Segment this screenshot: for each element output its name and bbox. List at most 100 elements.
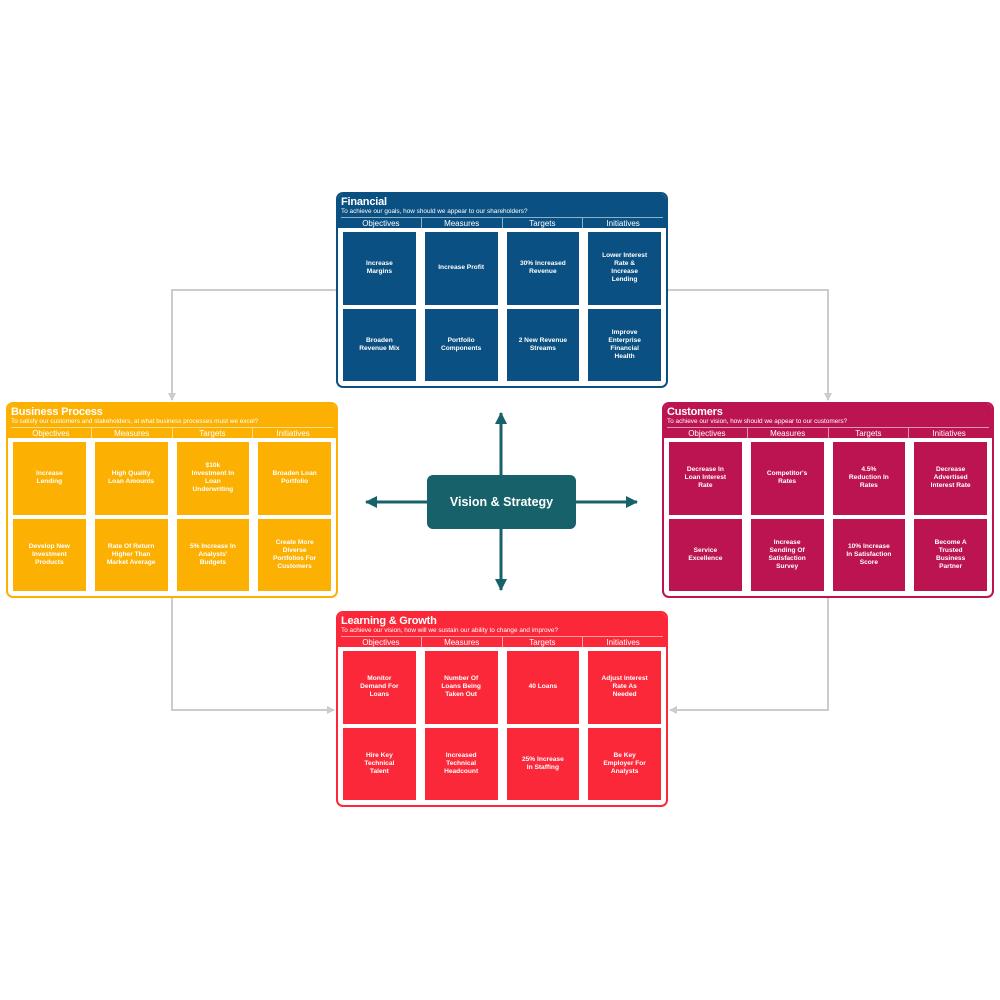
cell-initiatives[interactable]: Decrease Advertised Interest Rate (914, 442, 987, 515)
cell-text: High Quality Loan Amounts (108, 470, 155, 486)
cell-targets[interactable]: 25% Increase In Staffing (506, 727, 580, 800)
connector-customers-learning (669, 593, 832, 714)
cell-measures[interactable]: Increased Technical Headcount (424, 727, 498, 800)
panel-financial[interactable]: Financial To achieve our goals, how shoul… (336, 192, 668, 388)
cell-text: Rate Of Return Higher Than Market Averag… (106, 542, 156, 566)
cell-measures[interactable]: Portfolio Components (424, 308, 498, 381)
cell-targets[interactable]: 2 New Revenue Streams (506, 308, 580, 381)
cell-initiatives[interactable]: Lower Interest Rate & Increase Lending (588, 232, 661, 305)
column-header-initiatives: Initiatives (276, 429, 310, 438)
cell-text: Competitor's Rates (766, 470, 808, 486)
panel-subtitle: To achieve our vision, how should we app… (667, 418, 989, 428)
column-header-targets: Targets (173, 428, 254, 439)
column-header-objectives: Objectives (667, 428, 748, 439)
cell-text: Number Of Loans Being Taken Out (441, 675, 481, 699)
vision-strategy-box[interactable]: Vision & Strategy (427, 475, 576, 529)
panel-learning-growth[interactable]: Learning & Growth To achieve our vision, … (336, 611, 668, 807)
panel-grid: Monitor Demand For Loans Number Of Loans … (343, 651, 661, 800)
panel-header: Financial To achieve our goals, how shoul… (338, 194, 666, 229)
panel-title: Customers (667, 406, 723, 418)
cell-initiatives[interactable]: Become A Trusted Business Partner (914, 518, 987, 591)
cell-targets[interactable]: $10k Investment In Loan Underwriting (176, 442, 250, 515)
panel-header: Learning & Growth To achieve our vision, … (338, 613, 666, 648)
cell-measures[interactable]: Rate Of Return Higher Than Market Averag… (94, 518, 168, 591)
connector-financial-customers (663, 286, 832, 401)
cell-initiatives[interactable]: Be Key Employer For Analysts (588, 727, 661, 800)
cell-objectives[interactable]: Service Excellence (669, 518, 742, 591)
column-headers: Objectives Measures Targets Initiatives (341, 218, 663, 229)
cell-initiatives[interactable]: Adjust Interest Rate As Needed (588, 651, 661, 724)
cell-text: Decrease In Loan Interest Rate (684, 466, 727, 490)
cell-measures[interactable]: Competitor's Rates (750, 442, 824, 515)
column-header-objectives: Objectives (341, 637, 422, 648)
cell-initiatives[interactable]: Improve Enterprise Financial Health (588, 308, 661, 381)
panel-grid: Increase Margins Increase Profit 30% Incre… (343, 232, 661, 381)
column-header-targets: Targets (503, 218, 584, 229)
cell-measures[interactable]: High Quality Loan Amounts (94, 442, 168, 515)
cell-text: $10k Investment In Loan Underwriting (191, 462, 235, 494)
column-header-initiatives: Initiatives (932, 429, 966, 438)
cell-initiatives[interactable]: Broaden Loan Portfolio (258, 442, 331, 515)
cell-text: Monitor Demand For Loans (360, 675, 399, 699)
cell-objectives[interactable]: Decrease In Loan Interest Rate (669, 442, 742, 515)
column-header-targets: Targets (829, 428, 910, 439)
cell-text: Increased Technical Headcount (444, 751, 479, 775)
column-header-objectives: Objectives (11, 428, 92, 439)
cell-objectives[interactable]: Increase Lending (13, 442, 86, 515)
cell-text: 4.5% Reduction In Rates (848, 466, 889, 490)
cell-measures[interactable]: Increase Sending Of Satisfaction Survey (750, 518, 824, 591)
cell-measures[interactable]: Number Of Loans Being Taken Out (424, 651, 498, 724)
cell-text: Lower Interest Rate & Increase Lending (602, 252, 648, 284)
cell-text: Increase Lending (35, 470, 63, 486)
panel-customers[interactable]: Customers To achieve our vision, how shou… (662, 402, 994, 598)
cell-targets[interactable]: 30% Increased Revenue (506, 232, 580, 305)
cell-text: Create More Diverse Portfolios For Custo… (273, 538, 317, 570)
cell-text: 10% Increase In Satisfaction Score (846, 542, 892, 566)
cell-text: Improve Enterprise Financial Health (608, 328, 641, 360)
cell-objectives[interactable]: Increase Margins (343, 232, 416, 305)
panel-title: Financial (341, 196, 387, 208)
column-header-measures: Measures (422, 218, 503, 229)
cell-targets[interactable]: 4.5% Reduction In Rates (832, 442, 906, 515)
column-header-measures: Measures (748, 428, 829, 439)
cell-text: Broaden Revenue Mix (359, 336, 400, 352)
column-headers: Objectives Measures Targets Initiatives (667, 428, 989, 439)
cell-text: Increase Margins (365, 260, 393, 276)
column-header-measures: Measures (92, 428, 173, 439)
column-headers: Objectives Measures Targets Initiatives (341, 637, 663, 648)
column-header-initiatives: Initiatives (606, 638, 640, 647)
cell-text: Be Key Employer For Analysts (603, 751, 646, 775)
cell-text: Portfolio Components (440, 336, 482, 352)
panel-subtitle: To satisfy our customers and stakeholder… (11, 418, 333, 428)
column-header-targets: Targets (503, 637, 584, 648)
cell-initiatives[interactable]: Create More Diverse Portfolios For Custo… (258, 518, 331, 591)
vision-strategy-label: Vision & Strategy (449, 495, 554, 509)
cell-text: 30% Increased Revenue (519, 260, 566, 276)
cell-text: Increase Profit (438, 264, 485, 272)
cell-targets[interactable]: 40 Loans (506, 651, 580, 724)
cell-targets[interactable]: 5% Increase In Analysts' Budgets (176, 518, 250, 591)
panel-title: Business Process (11, 406, 103, 418)
cell-objectives[interactable]: Monitor Demand For Loans (343, 651, 416, 724)
cell-text: Become A Trusted Business Partner (934, 538, 967, 570)
panel-header: Business Process To satisfy our customers… (8, 404, 336, 439)
cell-text: Adjust Interest Rate As Needed (601, 675, 648, 699)
connector-business-learning (168, 593, 335, 714)
cell-text: Service Excellence (688, 546, 723, 562)
panel-business-process[interactable]: Business Process To satisfy our customers… (6, 402, 338, 598)
column-header-initiatives: Initiatives (606, 219, 640, 228)
cell-text: Hire Key Technical Talent (364, 751, 395, 775)
cell-objectives[interactable]: Broaden Revenue Mix (343, 308, 416, 381)
cell-objectives[interactable]: Hire Key Technical Talent (343, 727, 416, 800)
cell-objectives[interactable]: Develop New Investment Products (13, 518, 86, 591)
panel-subtitle: To achieve our goals, how should we appe… (341, 208, 663, 218)
panel-title: Learning & Growth (341, 615, 437, 627)
cell-text: Broaden Loan Portfolio (272, 470, 317, 486)
cell-targets[interactable]: 10% Increase In Satisfaction Score (832, 518, 906, 591)
column-header-objectives: Objectives (341, 218, 422, 229)
panel-grid: Increase Lending High Quality Loan Amount… (13, 442, 331, 591)
panel-header: Customers To achieve our vision, how shou… (664, 404, 992, 439)
cell-measures[interactable]: Increase Profit (424, 232, 498, 305)
column-header-measures: Measures (422, 637, 503, 648)
cell-text: 25% Increase In Staffing (521, 755, 564, 771)
